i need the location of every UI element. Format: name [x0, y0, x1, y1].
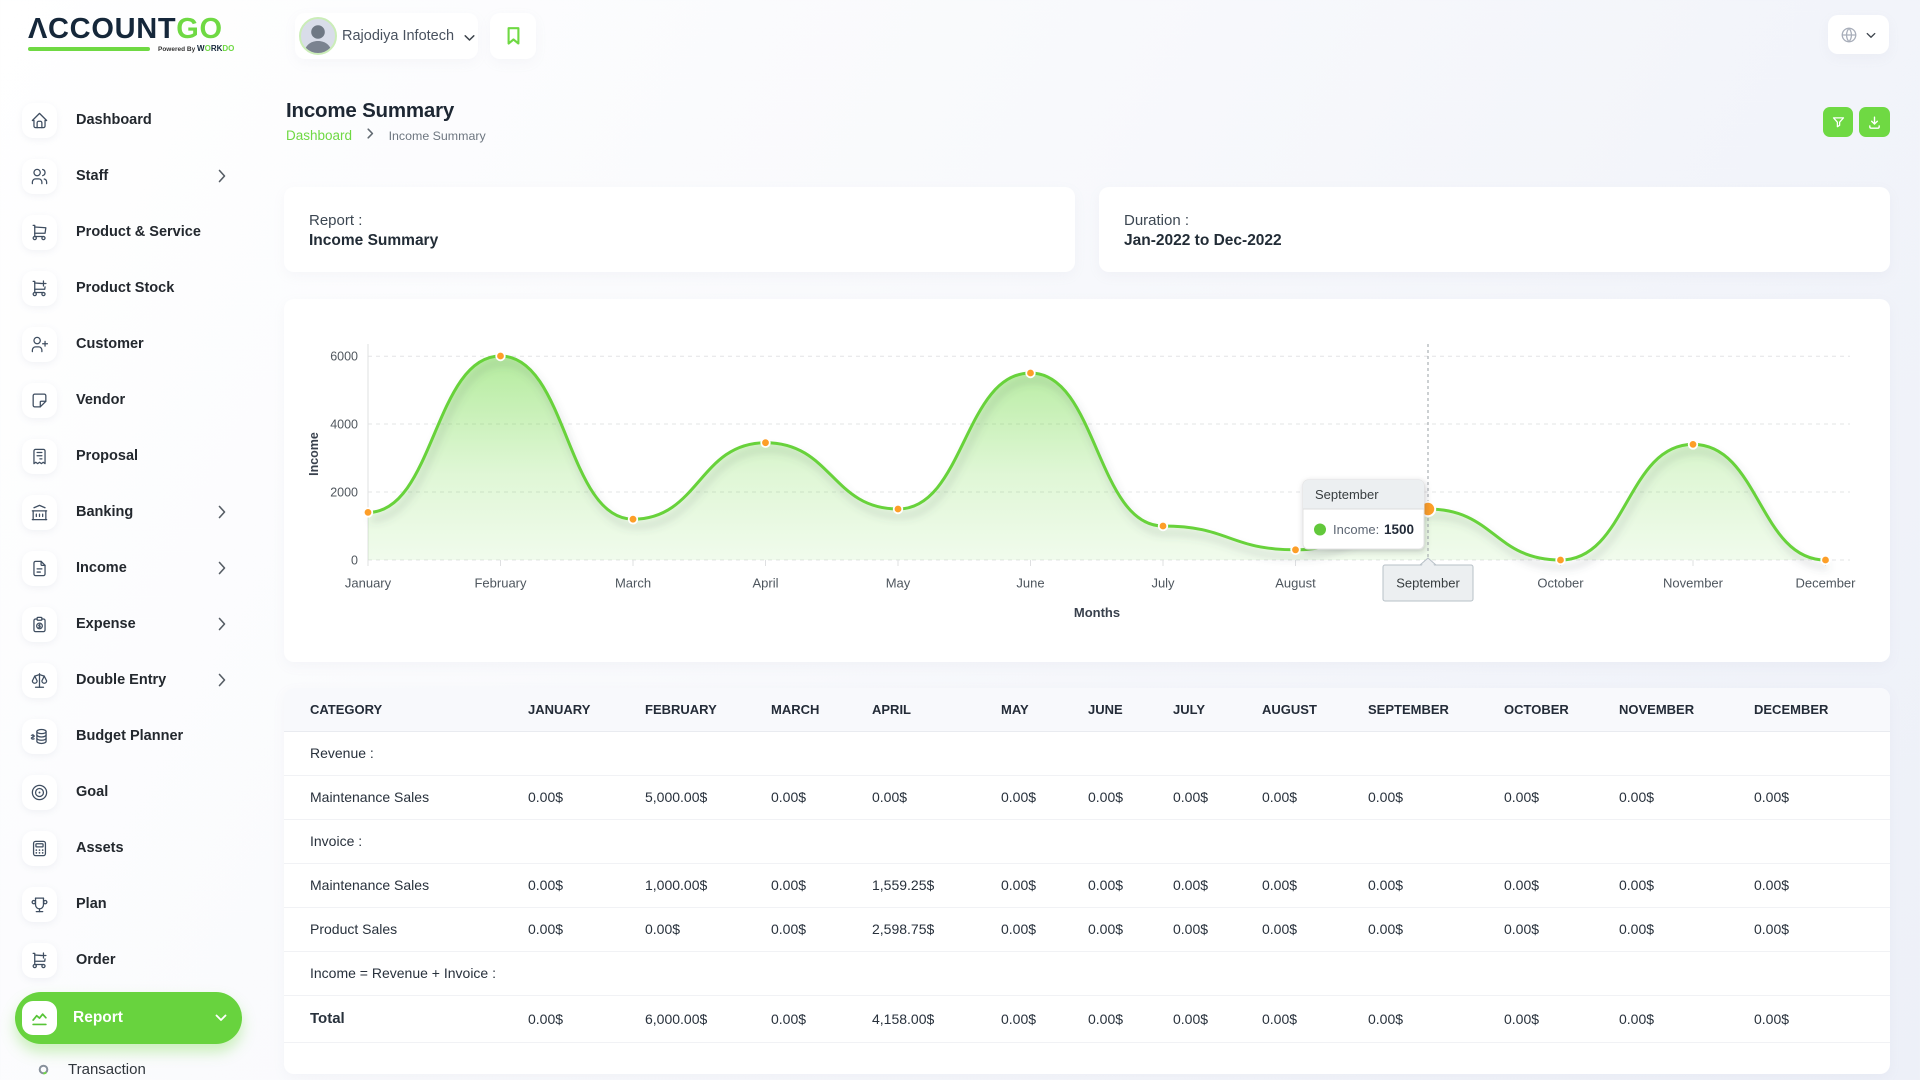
svg-text:August: August — [1275, 576, 1316, 591]
svg-text:2000: 2000 — [330, 486, 358, 500]
svg-text:February: February — [474, 576, 527, 591]
svg-text:6000: 6000 — [330, 350, 358, 364]
svg-text:Income: Income — [307, 432, 321, 476]
svg-text:May: May — [886, 576, 911, 591]
svg-text:0: 0 — [351, 554, 358, 568]
svg-text:September: September — [1396, 576, 1460, 591]
svg-text:October: October — [1537, 576, 1584, 591]
svg-text:1500: 1500 — [1384, 522, 1414, 537]
svg-text:4000: 4000 — [330, 418, 358, 432]
svg-text:September: September — [1315, 487, 1379, 502]
svg-text:November: November — [1663, 576, 1724, 591]
svg-text:July: July — [1151, 576, 1175, 591]
svg-text:January: January — [345, 576, 392, 591]
svg-text:Income:: Income: — [1333, 522, 1379, 537]
svg-text:April: April — [752, 576, 778, 591]
svg-text:June: June — [1016, 576, 1044, 591]
svg-text:December: December — [1796, 576, 1857, 591]
svg-text:March: March — [615, 576, 651, 591]
svg-text:Months: Months — [1074, 605, 1120, 620]
